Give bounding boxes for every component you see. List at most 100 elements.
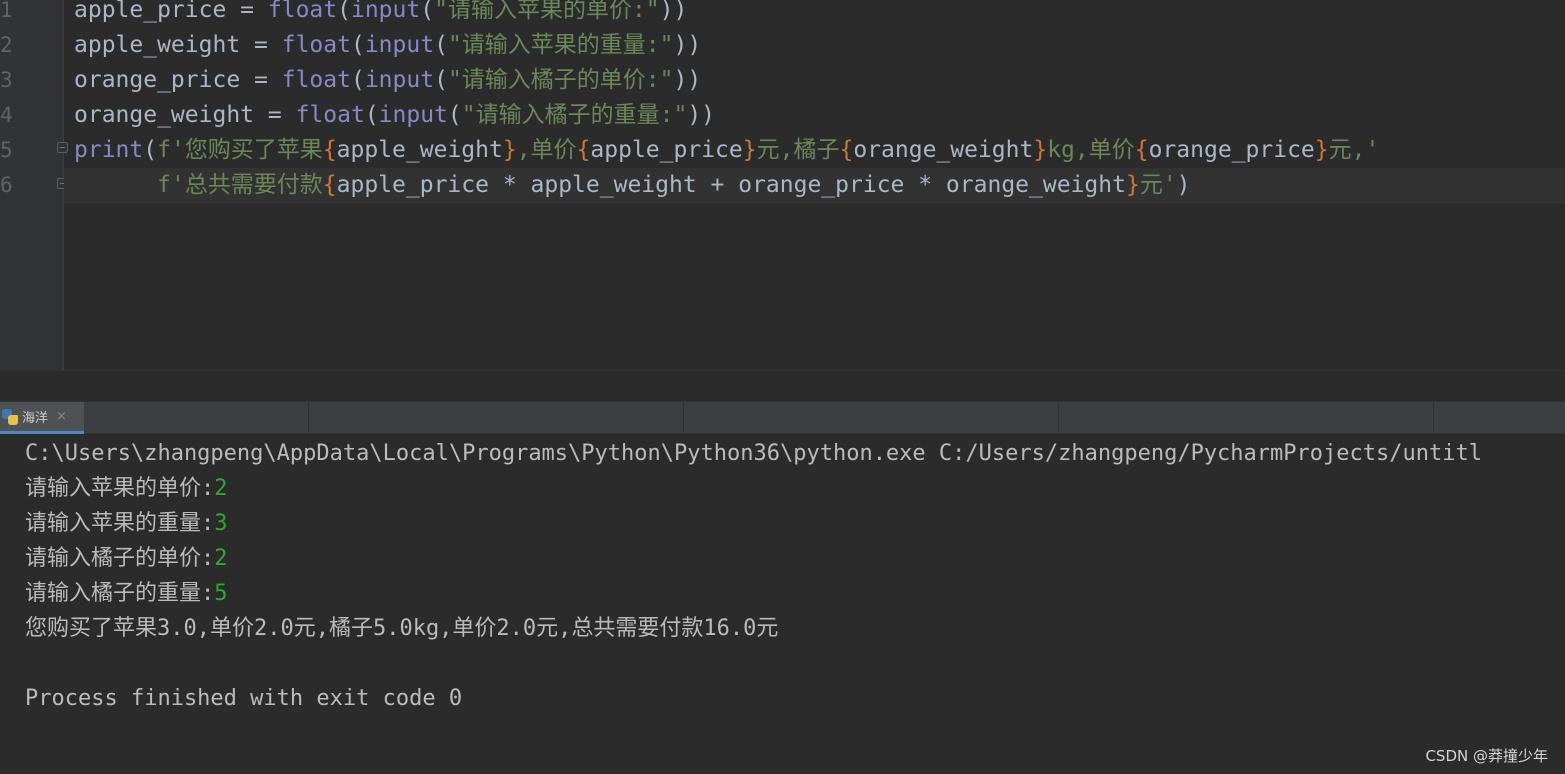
variable-name: apple_price xyxy=(590,137,743,163)
fold-open-icon[interactable] xyxy=(57,142,68,153)
variable-name: orange_weight xyxy=(853,137,1034,163)
builtin-function: print xyxy=(74,137,144,163)
operator: = xyxy=(240,67,282,93)
run-tab-bar: 海洋 × xyxy=(0,401,1565,434)
string-literal: ,单价 xyxy=(516,137,577,163)
paren: ( xyxy=(350,67,365,93)
python-icon xyxy=(2,408,18,425)
builtin-function: float xyxy=(295,102,365,128)
paren: )) xyxy=(659,0,688,23)
paren: )) xyxy=(687,102,716,128)
builtin-function: input xyxy=(350,0,421,23)
run-console[interactable]: C:\Users\zhangpeng\AppData\Local\Program… xyxy=(0,434,1565,774)
variable-name: apple_weight xyxy=(74,32,241,58)
tab-divider xyxy=(683,402,684,434)
console-prompt-line: 请输入苹果的重量:3 xyxy=(25,506,228,541)
string-literal: "请输入苹果的单价:" xyxy=(434,0,660,23)
code-line[interactable]: orange_weight = float(input("请输入橘子的重量:")… xyxy=(74,98,1565,133)
brace: } xyxy=(1033,137,1048,163)
brace: } xyxy=(502,137,517,163)
watermark: CSDN @莽撞少年 xyxy=(1425,747,1548,765)
operator: = xyxy=(226,0,268,23)
console-command: C:\Users\zhangpeng\AppData\Local\Program… xyxy=(25,441,1482,466)
line-number: 2 xyxy=(0,33,13,57)
string-literal: f'您购买了苹果 xyxy=(157,137,323,163)
code-line[interactable]: orange_price = float(input("请输入橘子的单价:")) xyxy=(74,63,1565,98)
paren: ( xyxy=(434,32,448,58)
console-prompt: 请输入橘子的重量: xyxy=(25,581,215,606)
line-number: 1 xyxy=(0,0,13,22)
brace: } xyxy=(742,137,757,163)
paren: ( xyxy=(434,67,448,93)
string-literal: f'总共需要付款 xyxy=(157,172,323,198)
builtin-function: input xyxy=(364,67,435,93)
brace: { xyxy=(322,172,337,198)
console-prompt-line: 请输入橘子的重量:5 xyxy=(25,576,228,611)
operator: = xyxy=(240,32,282,58)
string-literal: 元,' xyxy=(1328,137,1380,163)
code-line[interactable]: print(f'您购买了苹果{apple_weight},单价{apple_pr… xyxy=(74,133,1565,168)
paren: ( xyxy=(350,32,365,58)
brace: { xyxy=(839,137,854,163)
string-literal: "请输入苹果的重量:" xyxy=(447,32,674,58)
string-literal: "请输入橘子的单价:" xyxy=(447,67,674,93)
console-user-input: 5 xyxy=(214,581,228,606)
builtin-function: float xyxy=(281,67,351,93)
variable-name: orange_price xyxy=(74,67,241,93)
builtin-function: float xyxy=(281,32,351,58)
brace: } xyxy=(1314,137,1329,163)
expression: apple_price * apple_weight + orange_pric… xyxy=(336,172,1126,198)
console-prompt: 请输入苹果的单价: xyxy=(25,476,215,501)
string-literal: "请输入橘子的重量:" xyxy=(461,102,688,128)
paren: )) xyxy=(673,32,702,58)
line-number-gutter: 1 2 3 4 5 6 xyxy=(0,0,68,370)
tab-divider xyxy=(1058,402,1059,434)
paren: )) xyxy=(673,67,702,93)
brace: { xyxy=(322,137,337,163)
line-number: 3 xyxy=(0,68,13,92)
console-user-input: 2 xyxy=(214,476,228,501)
console-prompt: 请输入苹果的重量: xyxy=(25,511,215,536)
variable-name: orange_weight xyxy=(74,102,255,128)
paren: ( xyxy=(447,102,462,128)
code-line-current[interactable]: f'总共需要付款{apple_price * apple_weight + or… xyxy=(64,168,1565,203)
string-literal: kg,单价 xyxy=(1047,137,1135,163)
builtin-function: float xyxy=(267,0,338,23)
console-prompt-line: 请输入苹果的单价:2 xyxy=(25,471,228,506)
brace: { xyxy=(576,137,591,163)
variable-name: apple_weight xyxy=(336,137,503,163)
string-literal: 元,橘子 xyxy=(756,137,840,163)
console-result: 您购买了苹果3.0,单价2.0元,橘子5.0kg,单价2.0元,总共需要付款16… xyxy=(25,616,779,641)
paren: ( xyxy=(337,0,351,23)
builtin-function: input xyxy=(364,32,435,58)
line-number: 6 xyxy=(0,173,13,197)
run-tab-label: 海洋 xyxy=(22,411,49,426)
operator: = xyxy=(254,102,296,128)
code-line[interactable]: apple_weight = float(input("请输入苹果的重量:")) xyxy=(74,28,1565,63)
tab-divider xyxy=(1433,402,1434,434)
console-prompt: 请输入橘子的单价: xyxy=(25,546,215,571)
run-tab[interactable]: 海洋 × xyxy=(0,402,84,434)
console-prompt-line: 请输入橘子的单价:2 xyxy=(25,541,228,576)
close-icon[interactable]: × xyxy=(56,409,67,424)
line-number: 5 xyxy=(0,138,13,162)
code-line[interactable]: apple_price = float(input("请输入苹果的单价:")) xyxy=(74,0,1565,28)
console-exit-message: Process finished with exit code 0 xyxy=(25,686,463,711)
console-user-input: 3 xyxy=(214,511,228,536)
builtin-function: input xyxy=(378,102,448,128)
line-number: 4 xyxy=(0,103,13,127)
code-editor[interactable]: 1 2 3 4 5 6 apple_price = float(input("请… xyxy=(0,0,1565,370)
variable-name: apple_price xyxy=(74,0,227,23)
editor-footer xyxy=(0,370,1565,402)
brace: { xyxy=(1134,137,1149,163)
paren: ( xyxy=(143,137,158,163)
paren: ) xyxy=(1176,172,1191,198)
tab-divider xyxy=(308,402,309,434)
variable-name: orange_price xyxy=(1148,137,1315,163)
paren: ( xyxy=(364,102,379,128)
paren: ( xyxy=(420,0,435,23)
brace: } xyxy=(1125,172,1140,198)
console-user-input: 2 xyxy=(214,546,228,571)
string-literal: 元' xyxy=(1139,172,1177,198)
